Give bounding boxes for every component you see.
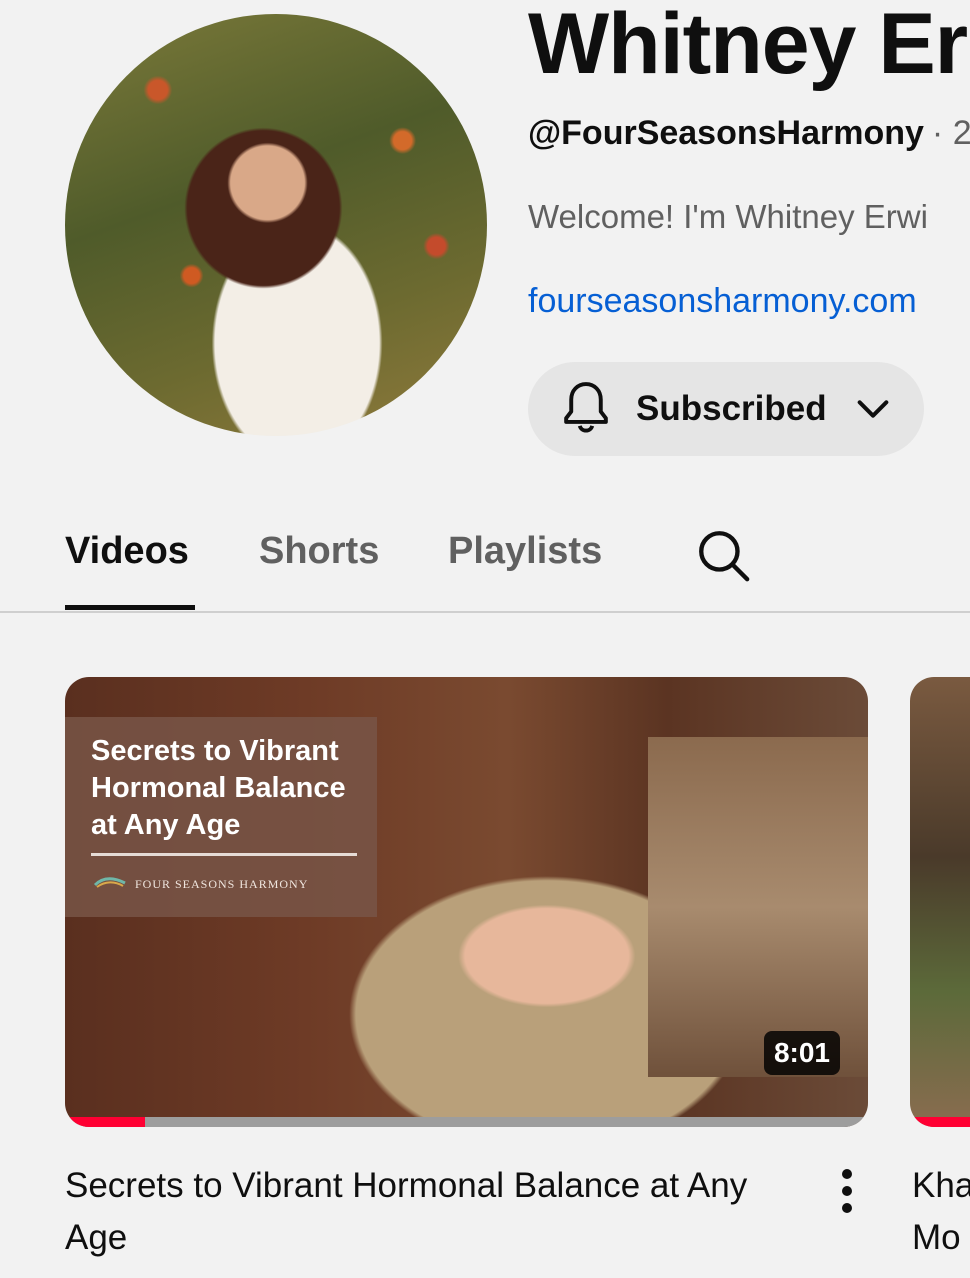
subscribed-label: Subscribed [636,389,827,428]
watch-progress-bar [65,1117,868,1127]
video-duration-badge: 8:01 [763,1031,840,1075]
video-title[interactable]: Secrets to Vibrant Hormonal Balance at A… [65,1160,805,1264]
active-tab-indicator [65,605,195,610]
channel-description[interactable]: Welcome! I'm Whitney Erwi [528,198,928,236]
bell-icon [564,382,608,433]
channel-website-link[interactable]: fourseasonsharmony.com [528,282,917,321]
channel-name: Whitney Er [528,0,968,92]
tab-shorts[interactable]: Shorts [259,530,379,573]
watch-progress-fill [65,1117,146,1127]
more-vert-icon[interactable] [830,1166,864,1216]
channel-meta-separator: · 2 [931,114,970,152]
tab-playlists[interactable]: Playlists [448,530,602,573]
tabs-divider [0,611,970,613]
chevron-down-icon [857,400,888,418]
video-thumbnail[interactable]: Secrets to Vibrant Hormonal Balance at A… [65,677,868,1127]
channel-avatar [65,14,487,436]
thumbnail-title-card: Secrets to Vibrant Hormonal Balance at A… [65,717,377,917]
channel-tabs: Videos Shorts Playlists [0,500,970,612]
video-title-next-line1: Kha [912,1166,970,1205]
tab-videos[interactable]: Videos [65,530,189,573]
subscribed-button[interactable]: Subscribed [528,362,924,456]
thumbnail-brand: FOUR SEASONS HARMONY [135,877,309,891]
search-icon[interactable] [694,526,752,584]
video-title-next[interactable]: Kha Mo [912,1160,970,1264]
thumbnail-divider [91,853,357,856]
watch-progress-fill-next [910,1117,970,1127]
thumbnail-background [648,737,868,1077]
video-title-next-line2: Mo [912,1218,961,1257]
channel-handle: @FourSeasonsHarmony [528,114,924,152]
brand-logo-icon [93,877,126,888]
channel-handle-row: @FourSeasonsHarmony · 2 [528,114,970,153]
thumbnail-overlay-text: Secrets to Vibrant Hormonal Balance at A… [91,735,346,841]
video-thumbnail-next[interactable] [910,677,970,1127]
